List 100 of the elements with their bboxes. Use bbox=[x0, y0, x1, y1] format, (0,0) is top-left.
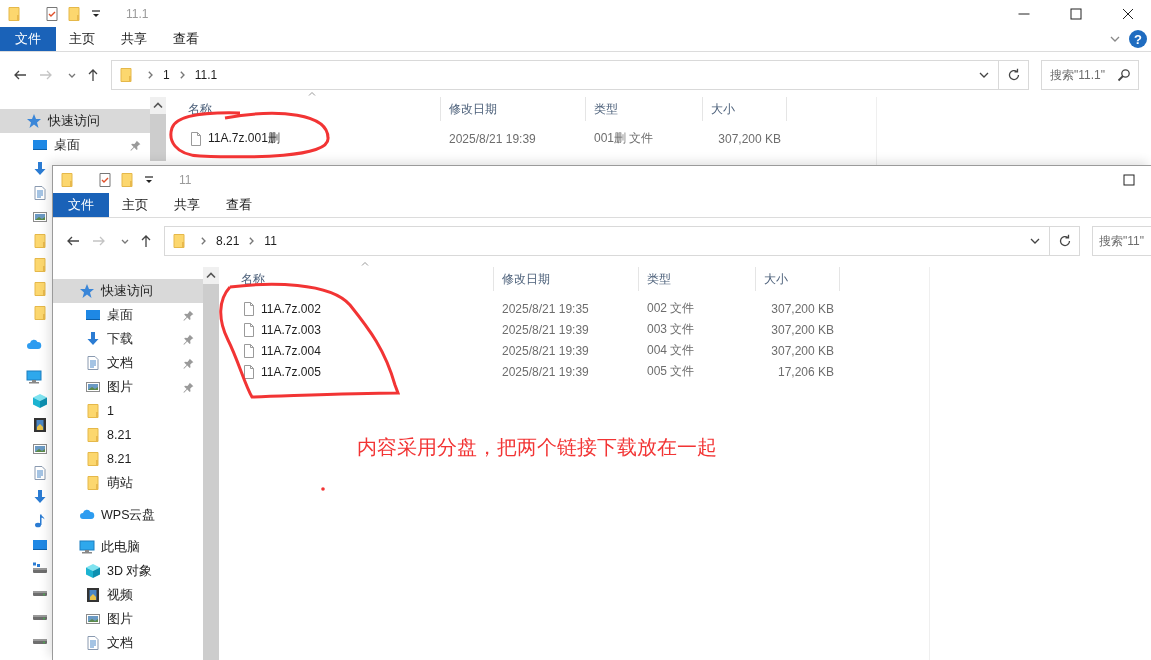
nav-item[interactable]: 视频 bbox=[53, 583, 203, 607]
breadcrumb-item[interactable]: 11.1 bbox=[192, 68, 220, 82]
modified-date: 2025/8/21 19:35 bbox=[501, 301, 590, 316]
search-field[interactable]: 搜索"11.1" bbox=[1041, 60, 1139, 90]
file-type: 005 文件 bbox=[646, 363, 696, 380]
scrollbar[interactable] bbox=[150, 97, 166, 161]
nav-item[interactable]: WPS云盘 bbox=[53, 503, 203, 527]
nav-item[interactable]: 图片 bbox=[53, 375, 203, 399]
annotation-dot bbox=[321, 487, 325, 491]
file-size: 17,206 KB bbox=[776, 364, 835, 379]
film-icon bbox=[85, 587, 101, 603]
picture-icon[interactable] bbox=[32, 441, 48, 457]
document-icon bbox=[85, 635, 101, 651]
picture-icon bbox=[85, 379, 101, 395]
monitor-icon[interactable] bbox=[32, 537, 48, 553]
file-icon bbox=[241, 300, 257, 317]
nav-item[interactable]: 3D 对象 bbox=[53, 559, 203, 583]
refresh-button[interactable] bbox=[999, 60, 1029, 90]
folder-icon bbox=[85, 427, 101, 443]
breadcrumb-item[interactable]: 1 bbox=[161, 68, 172, 82]
file-name[interactable]: 11A.7z.005 bbox=[261, 364, 321, 379]
checklist-icon[interactable] bbox=[97, 171, 113, 188]
file-type: 001删 文件 bbox=[593, 130, 655, 147]
star-icon bbox=[26, 113, 42, 129]
nav-item[interactable]: 桌面 bbox=[0, 133, 150, 157]
pin-icon bbox=[182, 380, 195, 394]
search-field[interactable]: 搜索"11" bbox=[1092, 226, 1151, 256]
address-bar[interactable]: 8.21 11 bbox=[164, 226, 1050, 256]
file-size: 307,200 KB bbox=[717, 131, 782, 146]
column-header[interactable]: 类型 bbox=[586, 97, 703, 121]
pin-icon bbox=[182, 332, 195, 346]
document-icon[interactable] bbox=[32, 185, 48, 201]
breadcrumb-item[interactable]: 8.21 bbox=[214, 234, 242, 248]
column-header[interactable]: 修改日期 bbox=[441, 97, 586, 121]
nav-item[interactable]: 8.21 bbox=[53, 447, 203, 471]
pin-icon bbox=[182, 356, 195, 370]
breadcrumb-item[interactable]: 11 bbox=[262, 234, 279, 248]
column-header[interactable]: 大小 bbox=[756, 267, 840, 291]
nav-item[interactable]: 文档 bbox=[53, 351, 203, 375]
down-arrow-icon[interactable] bbox=[32, 161, 48, 177]
cube-icon[interactable] bbox=[32, 393, 48, 409]
ribbon-tab[interactable]: 文件 bbox=[0, 27, 56, 51]
nav-item[interactable]: 文档 bbox=[53, 631, 203, 655]
file-name[interactable]: 11A.7z.001删 bbox=[208, 130, 280, 147]
column-header[interactable]: 修改日期 bbox=[494, 267, 639, 291]
ribbon-tab[interactable]: 查看 bbox=[160, 27, 212, 51]
column-header[interactable]: 名称 bbox=[219, 267, 494, 291]
file-name[interactable]: 11A.7z.003 bbox=[261, 322, 321, 337]
file-icon bbox=[241, 363, 257, 380]
nav-item[interactable]: 8.21 bbox=[53, 423, 203, 447]
star-icon bbox=[79, 283, 95, 299]
file-type: 003 文件 bbox=[646, 321, 696, 338]
modified-date: 2025/8/21 19:39 bbox=[448, 131, 537, 146]
down-arrow-icon bbox=[85, 331, 101, 347]
checklist-icon[interactable] bbox=[44, 5, 60, 22]
ribbon-tab[interactable]: 主页 bbox=[56, 27, 108, 51]
ribbon-tab[interactable]: 共享 bbox=[161, 193, 213, 217]
film-icon[interactable] bbox=[32, 417, 48, 433]
refresh-button[interactable] bbox=[1050, 226, 1080, 256]
folder-icon bbox=[118, 67, 134, 83]
file-name[interactable]: 11A.7z.002 bbox=[261, 301, 321, 316]
address-bar[interactable]: 1 11.1 bbox=[111, 60, 999, 90]
monitor-icon bbox=[85, 307, 101, 323]
picture-icon[interactable] bbox=[32, 209, 48, 225]
file-icon bbox=[241, 321, 257, 338]
window-title: 11.1 bbox=[126, 6, 149, 21]
computer-icon bbox=[79, 539, 95, 555]
nav-item[interactable]: 桌面 bbox=[53, 303, 203, 327]
ribbon-tab[interactable]: 主页 bbox=[109, 193, 161, 217]
help-button[interactable]: ? bbox=[1129, 30, 1147, 48]
down-arrow-icon[interactable] bbox=[32, 489, 48, 505]
document-icon[interactable] bbox=[32, 465, 48, 481]
search-icon bbox=[1116, 67, 1132, 83]
nav-item[interactable]: 1 bbox=[53, 399, 203, 423]
nav-item[interactable]: 图片 bbox=[53, 607, 203, 631]
file-size: 307,200 KB bbox=[770, 301, 835, 316]
computer-icon[interactable] bbox=[26, 369, 42, 385]
maximize-icon[interactable] bbox=[1121, 171, 1137, 188]
file-name[interactable]: 11A.7z.004 bbox=[261, 343, 321, 358]
nav-item[interactable]: 快速访问 bbox=[53, 279, 203, 303]
scroll-up-icon[interactable] bbox=[203, 267, 219, 284]
column-header[interactable]: 类型 bbox=[639, 267, 756, 291]
ribbon-tab[interactable]: 共享 bbox=[108, 27, 160, 51]
folder-icon bbox=[85, 403, 101, 419]
ribbon-tab[interactable]: 文件 bbox=[53, 193, 109, 217]
column-header[interactable]: 大小 bbox=[703, 97, 787, 121]
scroll-up-icon[interactable] bbox=[150, 97, 166, 114]
file-icon bbox=[188, 130, 204, 147]
window-title: 11 bbox=[179, 172, 192, 187]
file-size: 307,200 KB bbox=[770, 343, 835, 358]
nav-item[interactable]: 快速访问 bbox=[0, 109, 150, 133]
nav-item[interactable]: 此电脑 bbox=[53, 535, 203, 559]
chevron-right-icon bbox=[179, 71, 185, 79]
cube-icon bbox=[85, 563, 101, 579]
nav-item[interactable]: 下载 bbox=[53, 327, 203, 351]
nav-item[interactable]: 萌站 bbox=[53, 471, 203, 495]
pin-icon bbox=[182, 308, 195, 322]
scrollbar[interactable] bbox=[203, 267, 219, 660]
ribbon-tab[interactable]: 查看 bbox=[213, 193, 265, 217]
maximize-icon[interactable] bbox=[1068, 5, 1084, 22]
